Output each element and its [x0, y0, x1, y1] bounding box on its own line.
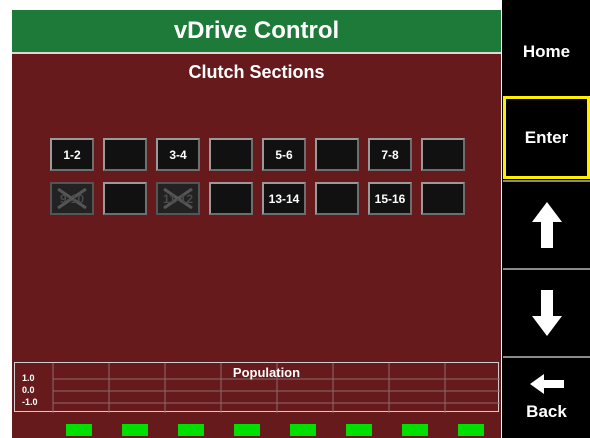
clutch-section-button-5-6[interactable]: 5-6 — [262, 138, 306, 171]
section-heading: Clutch Sections — [188, 62, 325, 82]
clutch-section-button-11-12[interactable]: 11-12 — [156, 182, 200, 215]
clutch-section-button-1-2[interactable]: 1-2 — [50, 138, 94, 171]
enter-button-label: Enter — [524, 127, 569, 147]
clutch-section-label: 15-16 — [374, 191, 406, 206]
clutch-section-label: 11-12 — [162, 191, 194, 206]
side-button-panel: Home Enter Back — [502, 0, 590, 438]
clutch-section-button-blank[interactable] — [315, 182, 359, 215]
home-button[interactable]: Home — [503, 10, 590, 94]
arrow-left-icon — [529, 374, 564, 394]
section-status-indicator — [234, 424, 260, 436]
clutch-section-label: 7-8 — [381, 147, 399, 162]
clutch-section-button-9-10[interactable]: 9-10 — [50, 182, 94, 215]
population-graph: Population 1.0 0.0 -1.0 — [14, 362, 500, 413]
clutch-section-button-blank[interactable] — [103, 138, 147, 171]
clutch-section-button-7-8[interactable]: 7-8 — [368, 138, 412, 171]
clutch-section-button-blank[interactable] — [315, 138, 359, 171]
enter-button[interactable]: Enter — [503, 96, 590, 179]
section-status-indicator — [178, 424, 204, 436]
y-axis-label-zero: 0.0 — [22, 385, 35, 395]
back-button-label: Back — [526, 402, 567, 421]
up-button[interactable] — [503, 182, 590, 268]
down-button[interactable] — [503, 270, 590, 356]
population-title: Population — [232, 365, 301, 380]
y-axis-label-max: 1.0 — [22, 373, 35, 383]
section-status-indicator — [402, 424, 428, 436]
clutch-section-button-blank[interactable] — [103, 182, 147, 215]
y-axis-label-min: -1.0 — [22, 397, 38, 407]
clutch-section-label: 1-2 — [63, 147, 81, 162]
section-status-indicator — [458, 424, 484, 436]
title-divider — [12, 52, 501, 54]
arrow-down-icon — [531, 290, 562, 336]
clutch-section-label: 9-10 — [59, 191, 85, 206]
clutch-section-button-3-4[interactable]: 3-4 — [156, 138, 200, 171]
section-status-indicator — [290, 424, 316, 436]
clutch-section-button-13-14[interactable]: 13-14 — [262, 182, 306, 215]
section-status-indicator — [346, 424, 372, 436]
section-status-indicator — [122, 424, 148, 436]
clutch-section-button-blank[interactable] — [421, 182, 465, 215]
page-title: vDrive Control — [12, 10, 501, 52]
clutch-section-button-15-16[interactable]: 15-16 — [368, 182, 412, 215]
clutch-section-label: 5-6 — [275, 147, 293, 162]
clutch-section-button-blank[interactable] — [209, 138, 253, 171]
clutch-section-button-blank[interactable] — [209, 182, 253, 215]
clutch-section-label: 13-14 — [268, 191, 300, 206]
back-button[interactable]: Back — [503, 358, 590, 438]
section-status-indicator — [66, 424, 92, 436]
clutch-section-button-blank[interactable] — [421, 138, 465, 171]
clutch-section-label: 3-4 — [169, 147, 187, 162]
main-panel: vDrive Control Clutch Sections 1-2 3-4 5… — [12, 10, 501, 438]
home-button-label: Home — [522, 42, 571, 61]
arrow-up-icon — [531, 202, 562, 248]
